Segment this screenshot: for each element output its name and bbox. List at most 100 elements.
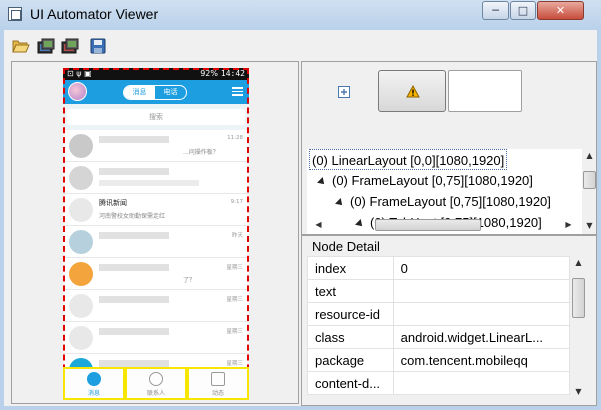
scroll-right-icon[interactable]: ▶ xyxy=(561,218,576,232)
collapse-arrow-icon[interactable] xyxy=(335,197,345,208)
scroll-up-icon[interactable]: ▲ xyxy=(582,149,597,163)
scroll-thumb[interactable] xyxy=(583,171,596,189)
table-row[interactable]: content-d... xyxy=(307,371,571,395)
redacted-preview xyxy=(99,180,199,186)
tree-node-label: (0) FrameLayout [0,75][1080,1920] xyxy=(350,194,551,209)
contact-avatar xyxy=(69,230,93,254)
chat-bubble-icon xyxy=(87,372,101,386)
title-bar[interactable]: UI Automator Viewer ─ □ ✕ xyxy=(0,0,601,30)
list-item[interactable]: 了？ 星期三 xyxy=(63,258,249,290)
scroll-down-icon[interactable]: ▼ xyxy=(571,385,586,399)
redacted-name xyxy=(99,136,169,143)
menu-icon[interactable] xyxy=(232,87,243,96)
prop-value[interactable] xyxy=(392,302,571,326)
detail-vertical-scrollbar[interactable]: ▲ ▼ xyxy=(571,256,586,399)
search-input[interactable]: 搜索 xyxy=(67,109,245,125)
nav-label: 消息 xyxy=(87,390,100,397)
chat-preview: ...问操作板？ xyxy=(183,149,219,156)
h-scroll-thumb[interactable] xyxy=(375,219,481,231)
list-item[interactable]: ...问操作板？ 11:28 xyxy=(63,130,249,162)
hierarchy-panel: (0) LinearLayout [0,0][1080,1920] (0) Fr… xyxy=(301,61,597,235)
close-button[interactable]: ✕ xyxy=(537,1,584,20)
nav-contacts[interactable]: 联系人 xyxy=(125,368,187,400)
tab-switch[interactable]: 消息 电话 xyxy=(123,85,187,100)
collapse-arrow-icon[interactable] xyxy=(317,176,327,187)
contact-avatar xyxy=(69,326,93,350)
app-window: UI Automator Viewer ─ □ ✕ ⊡ ψ ▣ 92% 14:4… xyxy=(0,0,601,410)
table-row[interactable]: resource-id xyxy=(307,302,571,326)
table-row[interactable]: text xyxy=(307,279,571,303)
table-row[interactable]: package com.tencent.mobileqq xyxy=(307,348,571,372)
contact-avatar xyxy=(69,166,93,190)
scroll-thumb[interactable] xyxy=(572,278,585,318)
nav-activity[interactable]: 动态 xyxy=(187,368,249,400)
android-screenshot-compressed-icon[interactable] xyxy=(61,38,79,54)
client-area: ⊡ ψ ▣ 92% 14:42 消息 电话 搜索 ...问操作板？ 11:28 … xyxy=(4,30,597,406)
toolbar xyxy=(4,30,597,61)
redacted-name xyxy=(99,232,169,239)
android-screenshot-icon[interactable] xyxy=(37,38,55,54)
list-item[interactable]: 昨天 xyxy=(63,226,249,258)
redacted-name xyxy=(99,296,169,303)
redacted-name xyxy=(99,264,169,271)
prop-value[interactable] xyxy=(392,371,571,395)
chat-list: ...问操作板？ 11:28 腾讯新闻 河南警校女助勤保需走红 9:17 昨天 … xyxy=(63,130,249,386)
maximize-button[interactable]: □ xyxy=(510,1,536,20)
blank-toolbar-slot xyxy=(448,70,522,112)
list-item[interactable]: 腾讯新闻 河南警校女助勤保需走红 9:17 xyxy=(63,194,249,226)
table-row[interactable]: index 0 xyxy=(307,256,571,280)
prop-value[interactable]: 0 xyxy=(392,256,571,280)
tree-vertical-scrollbar[interactable]: ▲ ▼ xyxy=(582,149,596,234)
star-icon xyxy=(211,372,225,386)
nav-label: 联系人 xyxy=(146,390,165,397)
tab-phone[interactable]: 电话 xyxy=(155,86,186,99)
scroll-down-icon[interactable]: ▼ xyxy=(582,219,597,233)
expand-all-icon[interactable] xyxy=(338,86,350,98)
list-item[interactable]: 星期三 xyxy=(63,290,249,322)
contact-avatar xyxy=(69,262,93,286)
chat-time: 星期三 xyxy=(226,329,243,335)
battery-level: 92% xyxy=(200,69,218,78)
node-detail-table[interactable]: index 0 text resource-id class android.wid… xyxy=(307,256,571,395)
qq-app-bar: 消息 电话 xyxy=(63,80,249,104)
tree-node-label: (0) FrameLayout [0,75][1080,1920] xyxy=(332,173,533,188)
search-placeholder: 搜索 xyxy=(149,113,163,121)
prop-key: index xyxy=(307,256,394,280)
scroll-left-icon[interactable]: ◀ xyxy=(311,218,326,232)
table-row[interactable]: class android.widget.LinearL... xyxy=(307,325,571,349)
chat-time: 星期三 xyxy=(226,265,243,271)
prop-value[interactable]: com.tencent.mobileqq xyxy=(392,348,571,372)
folder-open-icon[interactable] xyxy=(12,38,30,54)
device-screenshot[interactable]: ⊡ ψ ▣ 92% 14:42 消息 电话 搜索 ...问操作板？ 11:28 … xyxy=(63,68,249,400)
contact-avatar xyxy=(69,198,93,222)
screenshot-panel[interactable]: ⊡ ψ ▣ 92% 14:42 消息 电话 搜索 ...问操作板？ 11:28 … xyxy=(11,61,299,404)
tree-node[interactable]: (0) FrameLayout [0,75][1080,1920] xyxy=(335,191,551,212)
tree-node[interactable]: (0) FrameLayout [0,75][1080,1920] xyxy=(317,170,533,191)
toggle-nafs-button[interactable] xyxy=(378,70,446,112)
tab-messages[interactable]: 消息 xyxy=(124,86,155,99)
app-icon xyxy=(8,7,22,21)
minimize-button[interactable]: ─ xyxy=(482,1,509,20)
bottom-nav: 消息 联系人 动态 xyxy=(63,367,249,400)
chat-time: 11:28 xyxy=(227,135,243,141)
tree-node-label: (0) LinearLayout [0,0][1080,1920] xyxy=(312,153,505,168)
chat-time: 9:17 xyxy=(230,199,243,205)
prop-key: text xyxy=(307,279,394,303)
nav-messages[interactable]: 消息 xyxy=(63,368,125,400)
list-item[interactable] xyxy=(63,162,249,194)
chat-preview: 了？ xyxy=(183,277,196,284)
collapse-arrow-icon[interactable] xyxy=(355,218,365,229)
status-time: 14:42 xyxy=(220,69,245,78)
redacted-name xyxy=(99,360,169,367)
list-item[interactable]: 星期三 xyxy=(63,322,249,354)
node-detail-title: Node Detail xyxy=(312,239,380,254)
contact-avatar xyxy=(69,134,93,158)
contact-avatar xyxy=(69,294,93,318)
prop-value[interactable]: android.widget.LinearL... xyxy=(392,325,571,349)
prop-key: class xyxy=(307,325,394,349)
avatar[interactable] xyxy=(68,82,87,101)
tree-node[interactable]: (0) LinearLayout [0,0][1080,1920] xyxy=(309,149,508,170)
floppy-disk-icon[interactable] xyxy=(89,38,107,54)
prop-value[interactable] xyxy=(392,279,571,303)
scroll-up-icon[interactable]: ▲ xyxy=(571,256,586,270)
